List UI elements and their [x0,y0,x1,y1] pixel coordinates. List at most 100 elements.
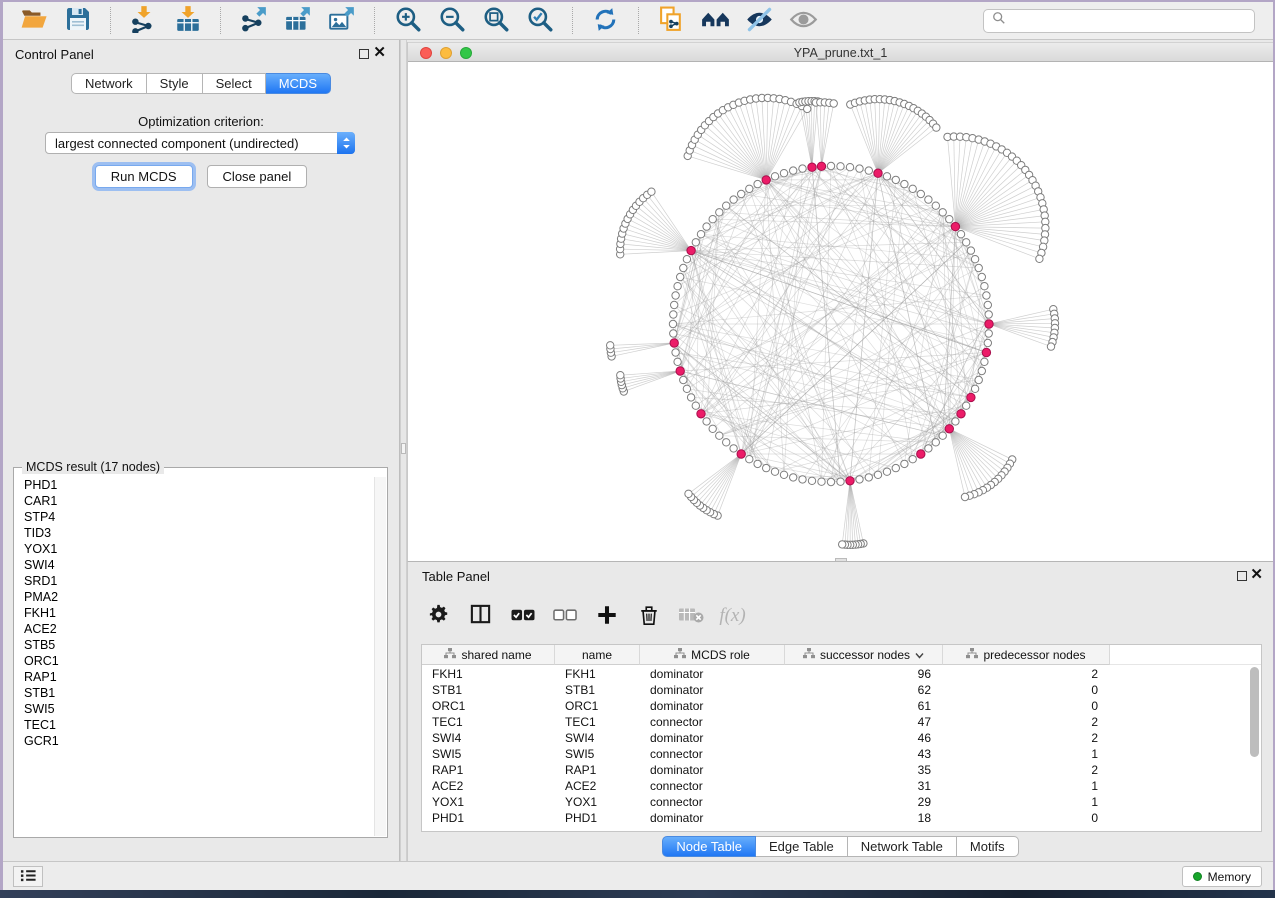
mcds-result-item[interactable]: SRD1 [15,573,374,589]
mcds-result-item[interactable]: GCR1 [15,733,374,749]
network-node[interactable] [939,432,946,439]
zoom-in-button[interactable] [387,5,428,37]
network-edge[interactable] [878,124,933,174]
network-edge[interactable] [739,103,766,180]
network-node[interactable] [917,190,924,197]
close-table-panel-icon[interactable]: ✕ [1250,568,1263,582]
sort-direction-icon[interactable] [915,648,924,662]
network-node[interactable] [892,176,899,183]
mcds-result-item[interactable]: ACE2 [15,621,374,637]
mcds-result-item[interactable]: TEC1 [15,717,374,733]
network-edge[interactable] [647,195,691,251]
network-node[interactable] [697,410,705,418]
network-edge[interactable] [680,277,878,475]
network-node[interactable] [716,432,723,439]
network-node[interactable] [933,124,940,131]
mcds-list-scrollbar[interactable] [374,477,386,836]
memory-button[interactable]: Memory [1182,866,1262,887]
column-header-successor-nodes[interactable]: successor nodes [785,645,943,665]
network-edge[interactable] [949,429,983,490]
network-node[interactable] [687,394,694,401]
network-node[interactable] [901,180,908,187]
network-node[interactable] [925,196,932,203]
tab-network-table[interactable]: Network Table [848,836,957,857]
network-node[interactable] [683,385,690,392]
mcds-result-item[interactable]: SWI4 [15,557,374,573]
network-node[interactable] [984,301,991,308]
network-edge[interactable] [955,140,978,227]
network-edge[interactable] [700,454,741,506]
network-canvas[interactable] [408,62,1273,561]
network-node[interactable] [723,439,730,446]
table-row[interactable]: TEC1TEC1connector472 [422,714,1249,730]
network-node[interactable] [846,477,854,485]
network-node[interactable] [771,173,778,180]
network-edge[interactable] [878,117,926,174]
table-row[interactable]: SWI4SWI4dominator462 [422,730,1249,746]
network-node[interactable] [951,222,959,230]
network-node[interactable] [672,349,679,356]
save-button[interactable] [57,5,98,37]
network-node[interactable] [763,464,770,471]
network-node[interactable] [967,247,974,254]
gear-button[interactable] [422,600,455,632]
network-node[interactable] [978,273,985,280]
mcds-result-item[interactable]: RAP1 [15,669,374,685]
network-node[interactable] [983,292,990,299]
network-node[interactable] [975,264,982,271]
network-edge[interactable] [989,324,1053,342]
first-neighbors-button[interactable] [695,5,736,37]
network-edge[interactable] [703,454,741,508]
network-node[interactable] [697,231,704,238]
network-node[interactable] [932,202,939,209]
network-node[interactable] [961,493,968,500]
network-node[interactable] [703,418,710,425]
network-node[interactable] [709,425,716,432]
network-node[interactable] [677,273,684,280]
network-edge[interactable] [855,103,878,173]
network-node[interactable] [830,100,837,107]
network-edge[interactable] [975,362,984,389]
network-node[interactable] [957,231,964,238]
network-node[interactable] [762,176,770,184]
network-edge[interactable] [949,429,1001,476]
export-table-button[interactable] [277,5,318,37]
network-node[interactable] [683,256,690,263]
network-node[interactable] [874,471,881,478]
network-node[interactable] [967,393,975,401]
network-node[interactable] [971,256,978,263]
network-node[interactable] [946,216,953,223]
network-node[interactable] [685,490,692,497]
add-button[interactable] [590,600,623,632]
network-node[interactable] [703,223,710,230]
network-node[interactable] [674,283,681,290]
network-node[interactable] [607,342,614,349]
network-node[interactable] [925,445,932,452]
mcds-result-item[interactable]: PHD1 [15,477,374,493]
network-node[interactable] [730,445,737,452]
table-row[interactable]: PHD1PHD1dominator180 [422,810,1249,826]
network-node[interactable] [865,167,872,174]
column-header-predecessor-nodes[interactable]: predecessor nodes [943,645,1110,665]
column-header-shared-name[interactable]: shared name [422,645,555,665]
network-edge[interactable] [691,454,741,497]
network-node[interactable] [687,246,695,254]
network-node[interactable] [932,439,939,446]
network-node[interactable] [917,450,925,458]
mcds-result-item[interactable]: STB5 [15,637,374,653]
table-row[interactable]: SWI5SWI5connector431 [422,746,1249,762]
export-image-button[interactable] [321,5,362,37]
column-header-name[interactable]: name [555,645,640,665]
network-edge[interactable] [719,436,936,443]
function-builder-button[interactable]: f(x) [716,600,749,632]
network-node[interactable] [883,173,890,180]
network-edge[interactable] [701,130,766,180]
network-node[interactable] [804,105,811,112]
network-edge[interactable] [989,309,1053,324]
network-node[interactable] [837,163,844,170]
run-mcds-button[interactable]: Run MCDS [95,165,193,188]
network-node[interactable] [985,311,992,318]
network-node[interactable] [982,348,990,356]
network-node[interactable] [670,330,677,337]
network-node[interactable] [680,376,687,383]
